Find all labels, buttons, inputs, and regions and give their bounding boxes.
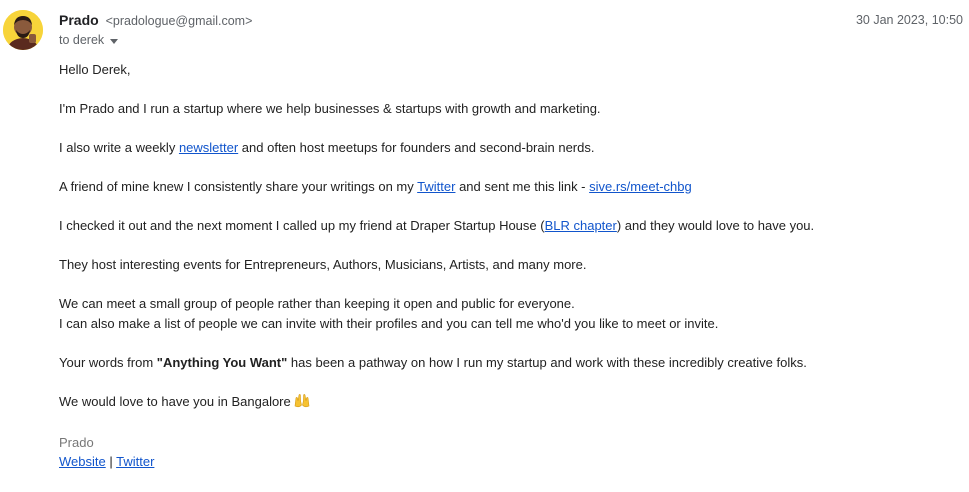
paragraph-friend: A friend of mine knew I consistently sha… (59, 179, 692, 194)
paragraph-events: They host interesting events for Entrepr… (59, 257, 587, 272)
paragraph-intro: I'm Prado and I run a startup where we h… (59, 101, 601, 116)
sender-info: Prado <pradologue@gmail.com> (59, 12, 252, 28)
email-body: Hello Derek, I'm Prado and I run a start… (59, 60, 814, 472)
caret-down-icon[interactable] (110, 38, 119, 44)
sender-email: <pradologue@gmail.com> (105, 14, 253, 28)
greeting: Hello Derek, (59, 62, 131, 77)
signature-links: Website | Twitter (59, 452, 814, 472)
paragraph-meeting: We can meet a small group of people rath… (59, 296, 719, 331)
meet-link[interactable]: sive.rs/meet-chbg (589, 179, 692, 194)
sender-avatar[interactable] (3, 10, 43, 50)
signature: Prado Website | Twitter (59, 433, 814, 472)
newsletter-link[interactable]: newsletter (179, 140, 238, 155)
email-date: 30 Jan 2023, 10:50 (855, 13, 963, 27)
signature-twitter-link[interactable]: Twitter (116, 454, 154, 469)
website-link[interactable]: Website (59, 454, 106, 469)
recipient-label: to derek (59, 33, 105, 47)
paragraph-anything-you-want: Your words from "Anything You Want" has … (59, 354, 807, 370)
paragraph-draper: I checked it out and the next moment I c… (59, 218, 815, 233)
book-title: "Anything You Want" (156, 354, 288, 370)
recipient-details-toggle[interactable]: to derek (59, 33, 119, 47)
signature-separator: | (105, 454, 117, 469)
twitter-link[interactable]: Twitter (417, 179, 455, 194)
avatar-photo (3, 10, 43, 50)
paragraph-newsletter: I also write a weekly newsletter and oft… (59, 140, 595, 155)
raising-hands-emoji (294, 393, 310, 414)
paragraph-bangalore: We would love to have you in Bangalore (59, 392, 814, 414)
sender-name[interactable]: Prado (59, 12, 99, 28)
signature-name: Prado (59, 434, 94, 450)
blr-chapter-link[interactable]: BLR chapter (545, 218, 617, 233)
